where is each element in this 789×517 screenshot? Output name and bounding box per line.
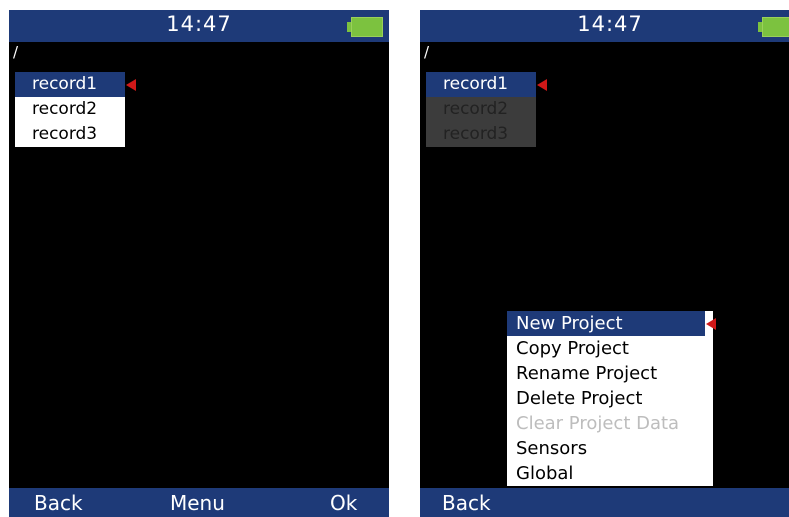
menu-item-delete-project[interactable]: Delete Project (507, 386, 713, 411)
softkey-bar: Back (420, 488, 789, 517)
selection-marker-icon (126, 79, 136, 91)
record-item-3[interactable]: record3 (15, 122, 125, 147)
menu-item-sensors[interactable]: Sensors (507, 436, 713, 461)
selection-marker-icon (537, 79, 547, 91)
softkey-bar: Back Menu Ok (9, 488, 389, 517)
menu-item-label: Copy Project (516, 338, 629, 359)
context-menu: New Project Copy Project Rename Project … (507, 311, 716, 486)
record-list: record1 record2 record3 (426, 72, 547, 147)
record-item-1[interactable]: record1 (15, 72, 136, 97)
left-screen: 14:47 / record1 record2 record3 Back Men… (9, 10, 389, 517)
menu-item-clear-project-data: Clear Project Data (507, 411, 713, 436)
menu-item-label: Rename Project (516, 363, 658, 384)
right-screen: 14:47 / record1 record2 record3 New Proj… (420, 10, 789, 517)
record-label: record2 (32, 99, 98, 119)
back-softkey[interactable]: Back (442, 491, 491, 515)
record-item-2: record2 (426, 97, 536, 122)
menu-item-global[interactable]: Global (507, 461, 713, 486)
menu-item-label: Delete Project (516, 388, 643, 409)
current-path: / (424, 43, 430, 61)
menu-item-label: Global (516, 463, 574, 484)
record-label: record1 (443, 74, 509, 94)
record-item-1: record1 (426, 72, 547, 97)
ok-softkey[interactable]: Ok (330, 491, 357, 515)
battery-full-icon (762, 17, 789, 37)
menu-softkey[interactable]: Menu (170, 491, 225, 515)
record-label: record2 (443, 99, 509, 119)
current-path: / (13, 43, 19, 61)
menu-item-label: New Project (516, 313, 623, 334)
battery-tip-icon (347, 22, 351, 32)
menu-item-new-project[interactable]: New Project (507, 311, 716, 336)
battery-full-icon (351, 17, 383, 37)
record-label: record3 (443, 124, 509, 144)
status-bar: 14:47 (420, 10, 789, 42)
record-item-2[interactable]: record2 (15, 97, 125, 122)
record-label: record3 (32, 124, 98, 144)
clock: 14:47 (166, 12, 232, 36)
menu-item-rename-project[interactable]: Rename Project (507, 361, 713, 386)
record-item-3: record3 (426, 122, 536, 147)
record-label: record1 (32, 74, 98, 94)
menu-item-copy-project[interactable]: Copy Project (507, 336, 713, 361)
status-bar: 14:47 (9, 10, 389, 42)
back-softkey[interactable]: Back (34, 491, 83, 515)
menu-item-label: Clear Project Data (516, 413, 680, 434)
record-list: record1 record2 record3 (15, 72, 136, 147)
menu-item-label: Sensors (516, 438, 588, 459)
selection-marker-icon (706, 318, 716, 330)
clock: 14:47 (577, 12, 643, 36)
battery-tip-icon (758, 22, 762, 32)
